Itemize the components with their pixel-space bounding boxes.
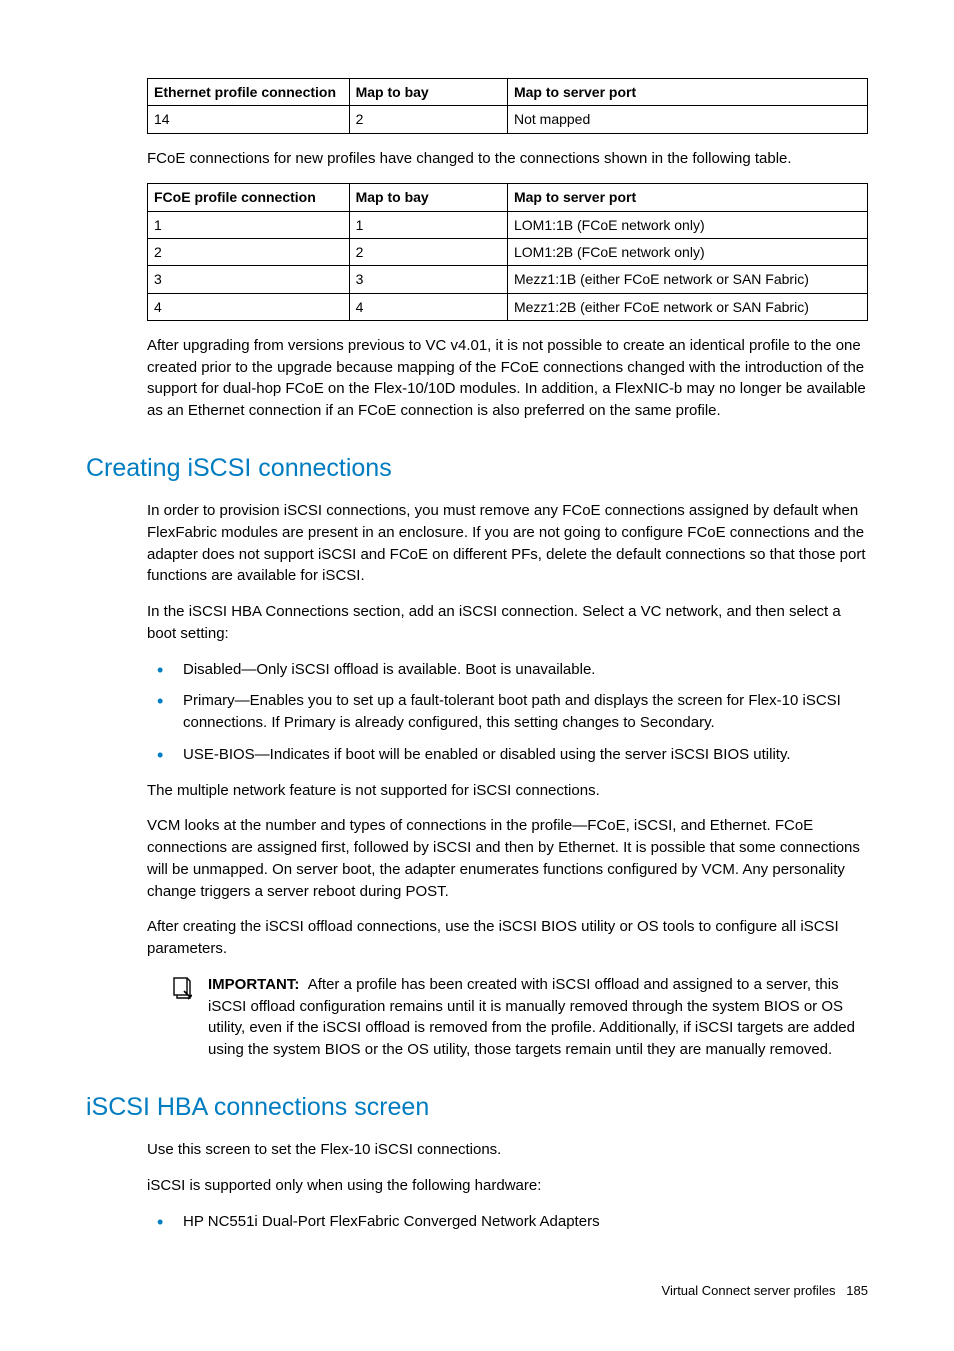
list-item: Primary—Enables you to set up a fault-to… <box>147 690 868 734</box>
table-cell: 2 <box>148 238 350 265</box>
table-cell: 2 <box>349 106 507 133</box>
important-text: IMPORTANT: After a profile has been crea… <box>208 974 868 1061</box>
table-cell: Not mapped <box>507 106 867 133</box>
table-cell: 3 <box>349 266 507 293</box>
important-body: After a profile has been created with iS… <box>208 976 855 1058</box>
paragraph: In the iSCSI HBA Connections section, ad… <box>147 601 868 645</box>
heading-creating-iscsi: Creating iSCSI connections <box>86 450 868 486</box>
fcoe-connections-table: FCoE profile connection Map to bay Map t… <box>147 183 868 320</box>
table-header: Map to bay <box>349 184 507 211</box>
table-row: 2 2 LOM1:2B (FCoE network only) <box>148 238 868 265</box>
paragraph: iSCSI is supported only when using the f… <box>147 1175 868 1197</box>
table-header: Map to server port <box>507 79 867 106</box>
table-cell: LOM1:1B (FCoE network only) <box>507 211 867 238</box>
table-cell: 4 <box>349 293 507 320</box>
paragraph: In order to provision iSCSI connections,… <box>147 500 868 587</box>
table-cell: Mezz1:1B (either FCoE network or SAN Fab… <box>507 266 867 293</box>
footer-page-number: 185 <box>846 1283 868 1298</box>
table-cell: 14 <box>148 106 350 133</box>
table-row: 1 1 LOM1:1B (FCoE network only) <box>148 211 868 238</box>
important-label: IMPORTANT: <box>208 976 299 993</box>
list-item: USE-BIOS—Indicates if boot will be enabl… <box>147 744 868 766</box>
table-header: FCoE profile connection <box>148 184 350 211</box>
important-note: IMPORTANT: After a profile has been crea… <box>172 974 868 1061</box>
important-icon <box>172 976 200 1007</box>
table-cell: 1 <box>148 211 350 238</box>
heading-iscsi-hba: iSCSI HBA connections screen <box>86 1089 868 1125</box>
hardware-list: HP NC551i Dual-Port FlexFabric Converged… <box>147 1211 868 1233</box>
footer-section: Virtual Connect server profiles <box>662 1283 836 1298</box>
table-cell: 2 <box>349 238 507 265</box>
boot-settings-list: Disabled—Only iSCSI offload is available… <box>147 659 868 766</box>
paragraph: Use this screen to set the Flex-10 iSCSI… <box>147 1139 868 1161</box>
table-cell: 4 <box>148 293 350 320</box>
table-header: Map to bay <box>349 79 507 106</box>
ethernet-connections-table: Ethernet profile connection Map to bay M… <box>147 78 868 134</box>
table-row: 3 3 Mezz1:1B (either FCoE network or SAN… <box>148 266 868 293</box>
table-header: Map to server port <box>507 184 867 211</box>
table-row: 4 4 Mezz1:2B (either FCoE network or SAN… <box>148 293 868 320</box>
page-footer: Virtual Connect server profiles 185 <box>86 1282 868 1301</box>
table-header: Ethernet profile connection <box>148 79 350 106</box>
paragraph: The multiple network feature is not supp… <box>147 780 868 802</box>
table-cell: Mezz1:2B (either FCoE network or SAN Fab… <box>507 293 867 320</box>
paragraph: VCM looks at the number and types of con… <box>147 815 868 902</box>
paragraph: After creating the iSCSI offload connect… <box>147 916 868 960</box>
table-cell: 1 <box>349 211 507 238</box>
paragraph: FCoE connections for new profiles have c… <box>147 148 868 170</box>
list-item: Disabled—Only iSCSI offload is available… <box>147 659 868 681</box>
table-cell: LOM1:2B (FCoE network only) <box>507 238 867 265</box>
list-item: HP NC551i Dual-Port FlexFabric Converged… <box>147 1211 868 1233</box>
table-row: 14 2 Not mapped <box>148 106 868 133</box>
paragraph: After upgrading from versions previous t… <box>147 335 868 422</box>
table-cell: 3 <box>148 266 350 293</box>
